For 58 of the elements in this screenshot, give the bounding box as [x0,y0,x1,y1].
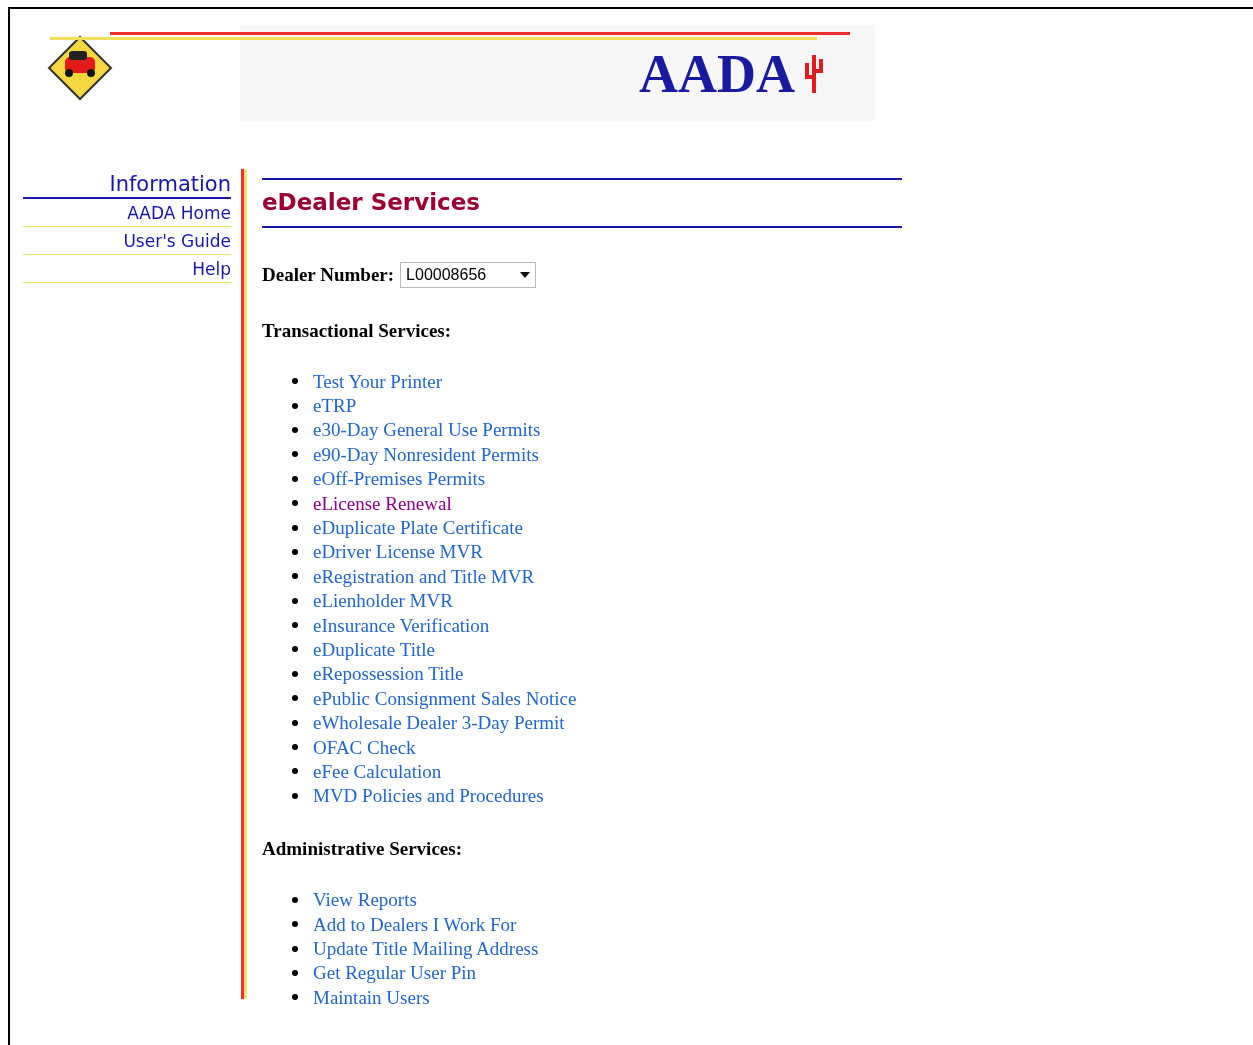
service-link[interactable]: Add to Dealers I Work For [313,914,517,934]
dealer-number-select[interactable]: L00008656 [400,262,537,289]
cactus-icon [803,53,825,95]
bullet-icon [292,451,298,458]
bullet-icon [292,994,298,1001]
bullet-icon [292,500,298,507]
bullet-icon [292,744,298,751]
service-link[interactable]: eWholesale Dealer 3-Day Permit [313,713,565,733]
bullet-icon [292,475,298,482]
bullet-icon [292,646,298,653]
dropdown-caret-icon [520,272,531,279]
service-link[interactable]: eLicense Renewal [313,493,452,513]
bullet-icon [292,524,298,531]
service-link[interactable]: eOff-Premises Permits [313,469,486,489]
bullet-icon [292,622,298,629]
page-title: eDealer Services [262,187,480,217]
bullet-icon [292,597,298,604]
bullet-icon [292,548,298,555]
service-link[interactable]: View Reports [313,890,417,910]
section-heading: Administrative Services: [262,837,463,862]
bullet-icon [292,695,298,702]
service-link[interactable]: eRepossession Title [313,664,464,684]
sidebar-link[interactable]: AADA Home [127,202,231,224]
service-link[interactable]: OFAC Check [313,737,416,757]
bullet-icon [292,426,298,433]
service-link[interactable]: eLienholder MVR [313,591,453,611]
section-heading: Transactional Services: [262,318,453,343]
service-link[interactable]: eDriver License MVR [313,542,483,562]
bullet-icon [292,921,298,928]
service-link[interactable]: eDuplicate Plate Certificate [313,518,523,538]
bullet-icon [292,378,298,385]
service-link[interactable]: e30-Day General Use Permits [313,420,541,440]
bullet-icon [292,768,298,775]
service-link[interactable]: MVD Policies and Procedures [313,786,544,806]
service-link[interactable]: Maintain Users [313,987,430,1007]
dealer-number-label: Dealer Number: [262,263,395,287]
service-link[interactable]: eFee Calculation [313,761,442,781]
sidebar-link[interactable]: User's Guide [123,230,231,252]
bullet-icon [292,945,298,952]
bullet-icon [292,969,298,976]
service-link[interactable]: Update Title Mailing Address [313,939,539,958]
sidebar-title: Information [23,171,231,199]
service-link[interactable]: e90-Day Nonresident Permits [313,444,539,464]
service-link[interactable]: eDuplicate Title [313,640,435,659]
bullet-icon [292,573,298,580]
service-link[interactable]: eTRP [313,396,357,416]
service-link[interactable]: eInsurance Verification [313,615,490,635]
bullet-icon [292,719,298,726]
bullet-icon [292,402,298,409]
service-link[interactable]: Test Your Printer [313,371,443,391]
bullet-icon [292,896,298,903]
aada-logo: AADA [639,47,795,101]
sidebar-link[interactable]: Help [192,258,231,280]
bullet-icon [292,792,298,799]
service-link[interactable]: Get Regular User Pin [313,963,477,983]
service-link[interactable]: eRegistration and Title MVR [313,566,535,586]
service-link[interactable]: ePublic Consignment Sales Notice [313,688,577,708]
bullet-icon [292,670,298,677]
